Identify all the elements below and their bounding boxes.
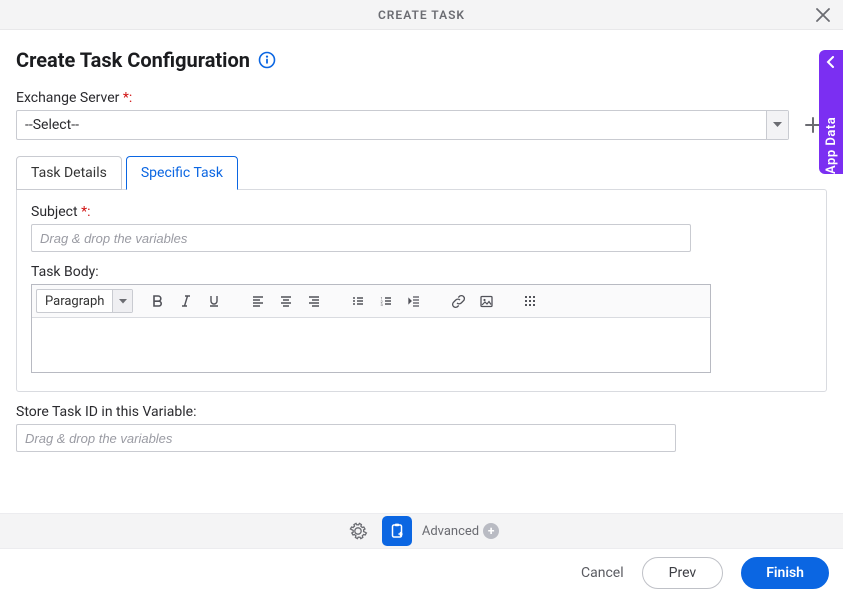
underline-icon[interactable] <box>201 289 227 313</box>
paragraph-select[interactable]: Paragraph <box>36 289 133 313</box>
prev-button[interactable]: Prev <box>642 557 724 589</box>
exchange-server-value: --Select-- <box>17 111 766 139</box>
advanced-toggle[interactable]: Advanced + <box>422 523 499 539</box>
exchange-server-label-text: Exchange Server <box>16 90 119 106</box>
image-icon[interactable] <box>473 289 499 313</box>
app-data-panel-toggle[interactable]: App Data <box>819 50 843 174</box>
align-center-icon[interactable] <box>273 289 299 313</box>
tab-task-details[interactable]: Task Details <box>16 156 122 190</box>
app-data-label: App Data <box>824 72 839 174</box>
link-icon[interactable] <box>445 289 471 313</box>
subject-input[interactable] <box>31 224 691 252</box>
gear-icon[interactable] <box>344 517 372 545</box>
outdent-icon[interactable] <box>401 289 427 313</box>
editor-toolbar: Paragraph 123 <box>32 285 710 318</box>
list-ol-icon[interactable]: 123 <box>373 289 399 313</box>
page-title: Create Task Configuration <box>16 48 250 72</box>
exchange-server-select[interactable]: --Select-- <box>16 110 789 140</box>
clipboard-icon[interactable] <box>382 516 412 546</box>
svg-text:3: 3 <box>381 302 383 307</box>
finish-button[interactable]: Finish <box>741 557 829 589</box>
align-right-icon[interactable] <box>301 289 327 313</box>
footer-toolbar: Advanced + <box>0 513 843 549</box>
rich-text-editor: Paragraph 123 <box>31 284 711 373</box>
close-icon[interactable] <box>813 5 833 25</box>
dialog-header: CREATE TASK <box>0 0 843 30</box>
list-ul-icon[interactable] <box>345 289 371 313</box>
plus-circle-icon: + <box>483 523 499 539</box>
tab-panel: Subject *: Task Body: Paragraph <box>16 189 827 392</box>
paragraph-select-label: Paragraph <box>37 290 112 312</box>
subject-label-text: Subject <box>31 204 78 220</box>
store-task-id-label: Store Task ID in this Variable: <box>16 404 827 420</box>
tab-specific-task[interactable]: Specific Task <box>126 156 238 190</box>
editor-body[interactable] <box>32 318 710 372</box>
page-heading: Create Task Configuration <box>16 48 827 72</box>
cancel-button[interactable]: Cancel <box>581 565 624 581</box>
align-left-icon[interactable] <box>245 289 271 313</box>
caret-down-icon[interactable] <box>766 111 788 139</box>
exchange-server-row: --Select-- <box>16 110 827 140</box>
action-bar: Cancel Prev Finish <box>0 549 843 597</box>
task-body-label: Task Body: <box>31 264 812 280</box>
required-mark: *: <box>81 204 90 220</box>
required-mark: *: <box>123 90 132 106</box>
tabs: Task Details Specific Task <box>16 156 827 190</box>
store-task-id-input[interactable] <box>16 424 676 452</box>
dialog-title: CREATE TASK <box>378 8 465 22</box>
caret-down-icon[interactable] <box>112 290 132 312</box>
chevron-left-icon <box>826 50 836 72</box>
italic-icon[interactable] <box>173 289 199 313</box>
grid-icon[interactable] <box>517 289 543 313</box>
bold-icon[interactable] <box>145 289 171 313</box>
content-area: Create Task Configuration Exchange Serve… <box>0 30 843 462</box>
subject-label: Subject *: <box>31 204 812 220</box>
exchange-server-label: Exchange Server *: <box>16 90 827 106</box>
info-icon[interactable] <box>258 51 276 69</box>
advanced-label: Advanced <box>422 524 479 539</box>
